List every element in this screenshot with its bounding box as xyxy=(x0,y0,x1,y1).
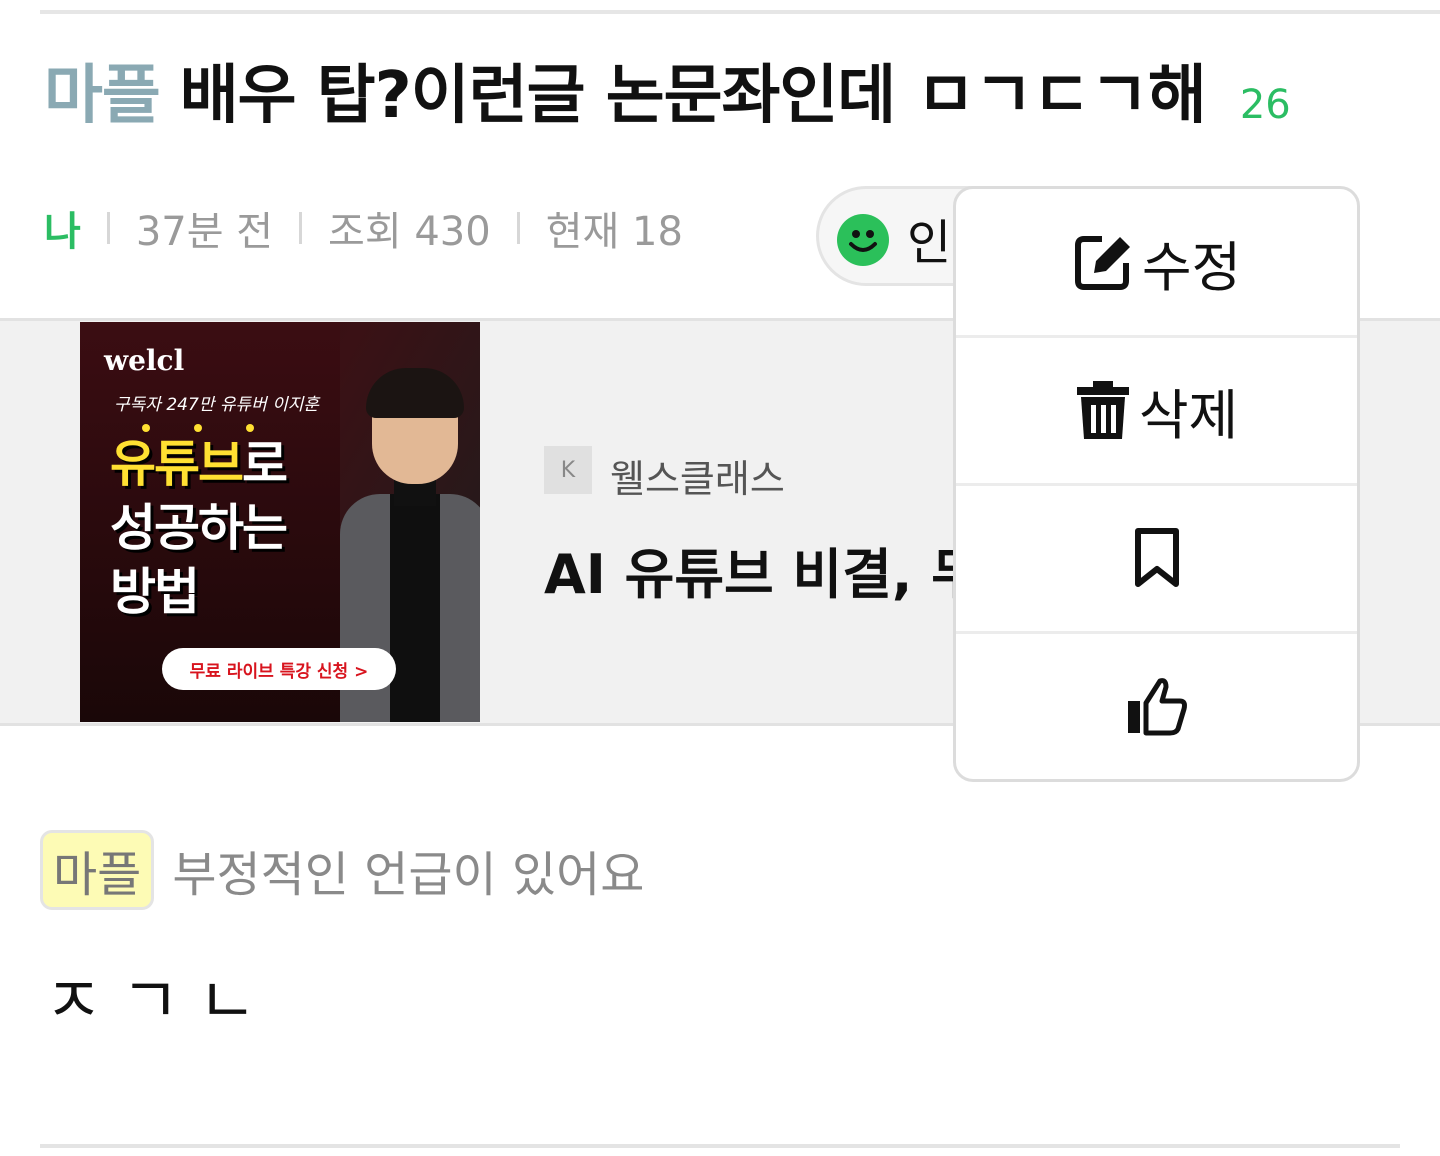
thumbs-up-icon xyxy=(1127,678,1187,736)
post-views: 조회 430 xyxy=(328,209,491,255)
post-category[interactable]: 마플 xyxy=(44,44,161,136)
ad-headline-highlight: 유튜브 xyxy=(110,435,244,493)
ad-banner-headline: 유튜브로 성공하는 방법 xyxy=(110,432,288,624)
meta-divider xyxy=(299,212,303,244)
trash-icon xyxy=(1076,381,1129,439)
bookmark-menu-item[interactable] xyxy=(956,485,1357,631)
meta-divider xyxy=(516,212,520,244)
ad-headline-part: 로 xyxy=(242,435,288,493)
post-time: 37분 전 xyxy=(135,209,274,255)
post-actions-menu: 수정 삭제 xyxy=(953,186,1360,782)
delete-label: 삭제 xyxy=(1138,383,1239,447)
content-tag: 마플 xyxy=(40,830,155,910)
like-menu-item[interactable] xyxy=(956,633,1357,779)
ad-banner-subtitle: 구독자 247만 유튜버 이지훈 xyxy=(114,395,320,415)
edit-icon xyxy=(1074,236,1130,290)
content-tag-note: 부정적인 언급이 있어요 xyxy=(172,847,645,903)
reaction-pill-label: 인 xyxy=(907,215,952,271)
post-body: ㅈㄱㄴ xyxy=(44,965,275,1039)
delete-menu-item[interactable]: 삭제 xyxy=(956,337,1357,483)
comment-count[interactable]: 26 xyxy=(1240,82,1291,136)
meta-divider xyxy=(106,212,110,244)
ad-brand-name[interactable]: 웰스클래스 xyxy=(610,448,785,503)
ad-cta-button[interactable]: 무료 라이브 특강 신청 > xyxy=(162,648,396,690)
post-meta: 나 37분 전 조회 430 현재 18 xyxy=(44,198,683,258)
post-author[interactable]: 나 xyxy=(44,199,81,257)
post-title: 배우 탑?이런글 논문좌인데 ㅁㄱㄷㄱ해 xyxy=(179,59,1207,133)
edit-menu-item[interactable]: 수정 xyxy=(956,189,1357,335)
ad-banner-logo: welcl xyxy=(104,344,185,377)
top-divider xyxy=(40,10,1440,14)
ad-title[interactable]: AI 유튜브 비결, 무 xyxy=(544,530,981,609)
ad-banner-image[interactable]: welcl 구독자 247만 유튜버 이지훈 유튜브로 성공하는 방법 무료 라… xyxy=(80,322,480,722)
bookmark-icon xyxy=(1134,528,1179,587)
edit-label: 수정 xyxy=(1141,235,1242,299)
post-title-row: 마플 배우 탑?이런글 논문좌인데 ㅁㄱㄷㄱ해 26 xyxy=(44,56,1291,136)
content-tag-row: 마플 부정적인 언급이 있어요 xyxy=(40,830,644,910)
ad-brand-badge: K xyxy=(544,446,592,494)
smile-icon xyxy=(837,214,889,266)
ad-headline-line3: 방법 xyxy=(110,563,200,621)
ad-headline-line2: 성공하는 xyxy=(110,499,288,557)
bottom-divider xyxy=(40,1144,1400,1148)
post-current-viewers: 현재 18 xyxy=(545,209,683,255)
